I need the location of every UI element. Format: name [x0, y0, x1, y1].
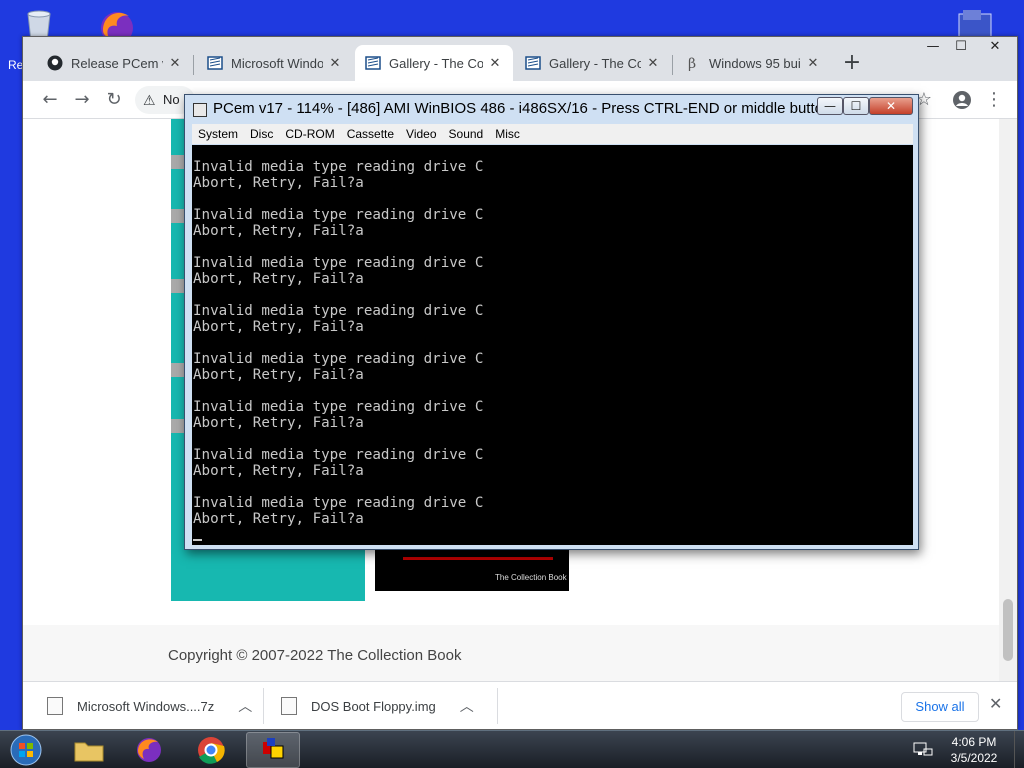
maximize-button[interactable]: ☐: [947, 37, 975, 59]
address-text: No: [163, 92, 180, 107]
download-item[interactable]: Microsoft Windows....7z ︿: [47, 682, 252, 730]
show-desktop-button[interactable]: [1014, 731, 1024, 768]
close-downloads-button[interactable]: ✕: [989, 694, 1002, 713]
page-footer: Copyright © 2007-2022 The Collection Boo…: [23, 625, 999, 681]
taskbar: 4:06 PM 3/5/2022: [0, 730, 1024, 768]
download-filename: DOS Boot Floppy.img: [311, 698, 436, 714]
beta-icon: β: [688, 56, 696, 71]
book-icon: [525, 56, 541, 70]
dos-output: Invalid media type reading drive C Abort…: [193, 159, 484, 527]
network-icon[interactable]: [912, 741, 934, 759]
svg-text:β: β: [688, 56, 696, 71]
pcem-menu-bar: System Disc CD-ROM Cassette Video Sound …: [192, 124, 913, 144]
pcem-minimize-button[interactable]: —: [817, 97, 843, 115]
download-filename: Microsoft Windows....7z: [77, 698, 215, 714]
minimize-button[interactable]: —: [919, 37, 947, 59]
close-icon[interactable]: ✕: [167, 55, 183, 71]
tab-gallery-active[interactable]: Gallery - The Colle ✕: [355, 45, 513, 81]
chrome-taskbar-button[interactable]: [184, 732, 238, 768]
back-button[interactable]: ←: [37, 88, 63, 112]
pcem-window: PCem v17 - 114% - [486] AMI WinBIOS 486 …: [184, 94, 919, 550]
copyright-text: Copyright © 2007-2022 The Collection Boo…: [168, 647, 462, 664]
close-icon[interactable]: ✕: [645, 55, 661, 71]
tab-strip: Release PCem v17 ✕ Microsoft Windows ✕ G…: [23, 37, 1017, 81]
start-button[interactable]: [6, 733, 46, 767]
close-icon[interactable]: ✕: [805, 55, 821, 71]
folder-icon: [74, 742, 104, 762]
archive-file-icon: [47, 697, 63, 715]
chevron-up-icon[interactable]: ︿: [238, 696, 252, 716]
emulator-screen[interactable]: Invalid media type reading drive C Abort…: [192, 145, 913, 545]
close-icon[interactable]: ✕: [327, 55, 343, 71]
firefox-icon: [137, 738, 161, 762]
close-window-button[interactable]: ✕: [977, 37, 1013, 59]
clock[interactable]: 4:06 PM 3/5/2022: [944, 734, 1004, 766]
clock-time: 4:06 PM: [951, 735, 997, 749]
pcem-title: PCem v17 - 114% - [486] AMI WinBIOS 486 …: [213, 100, 836, 117]
clock-date: 3/5/2022: [950, 751, 998, 765]
tab-gallery[interactable]: Gallery - The Colle ✕: [515, 45, 671, 81]
menu-cassette[interactable]: Cassette: [341, 127, 400, 141]
book-icon: [365, 56, 381, 70]
pcem-app-icon[interactable]: [193, 103, 207, 117]
text-cursor: [193, 539, 202, 541]
tab-microsoft-windows[interactable]: Microsoft Windows ✕: [197, 45, 353, 81]
tab-windows95-build[interactable]: β Windows 95 build ✕: [675, 45, 831, 81]
download-shelf: Microsoft Windows....7z ︿ DOS Boot Flopp…: [23, 681, 1017, 729]
pcem-icon: [263, 738, 284, 759]
github-icon: [47, 55, 63, 71]
download-item[interactable]: DOS Boot Floppy.img ︿: [281, 682, 474, 730]
pcem-maximize-button[interactable]: ☐: [843, 97, 869, 115]
new-tab-button[interactable]: +: [838, 50, 866, 78]
firefox-taskbar-button[interactable]: [122, 732, 176, 768]
thumbnail-caption: The Collection Book: [495, 573, 567, 582]
warning-icon[interactable]: ⚠: [143, 86, 156, 114]
show-all-button[interactable]: Show all: [901, 692, 979, 722]
page-scrollbar[interactable]: [999, 119, 1017, 681]
reload-button[interactable]: ↻: [101, 88, 127, 112]
disk-image-file-icon: [281, 697, 297, 715]
menu-video[interactable]: Video: [400, 127, 442, 141]
menu-system[interactable]: System: [192, 127, 244, 141]
book-icon: [207, 56, 223, 70]
scrollbar-thumb[interactable]: [1003, 599, 1013, 661]
tab-release-pcem[interactable]: Release PCem v17 ✕: [37, 45, 193, 81]
pcem-close-button[interactable]: ✕: [869, 97, 913, 115]
forward-button[interactable]: →: [69, 88, 95, 112]
profile-icon[interactable]: [949, 88, 975, 112]
menu-disc[interactable]: Disc: [244, 127, 279, 141]
menu-icon[interactable]: ⋮: [981, 88, 1007, 112]
file-explorer-taskbar-button[interactable]: [62, 732, 116, 768]
chevron-up-icon[interactable]: ︿: [460, 696, 474, 716]
close-icon[interactable]: ✕: [487, 55, 503, 71]
menu-misc[interactable]: Misc: [489, 127, 526, 141]
menu-sound[interactable]: Sound: [443, 127, 490, 141]
pcem-taskbar-button[interactable]: [246, 732, 300, 768]
menu-cd-rom[interactable]: CD-ROM: [279, 127, 340, 141]
chrome-icon: [198, 737, 225, 764]
